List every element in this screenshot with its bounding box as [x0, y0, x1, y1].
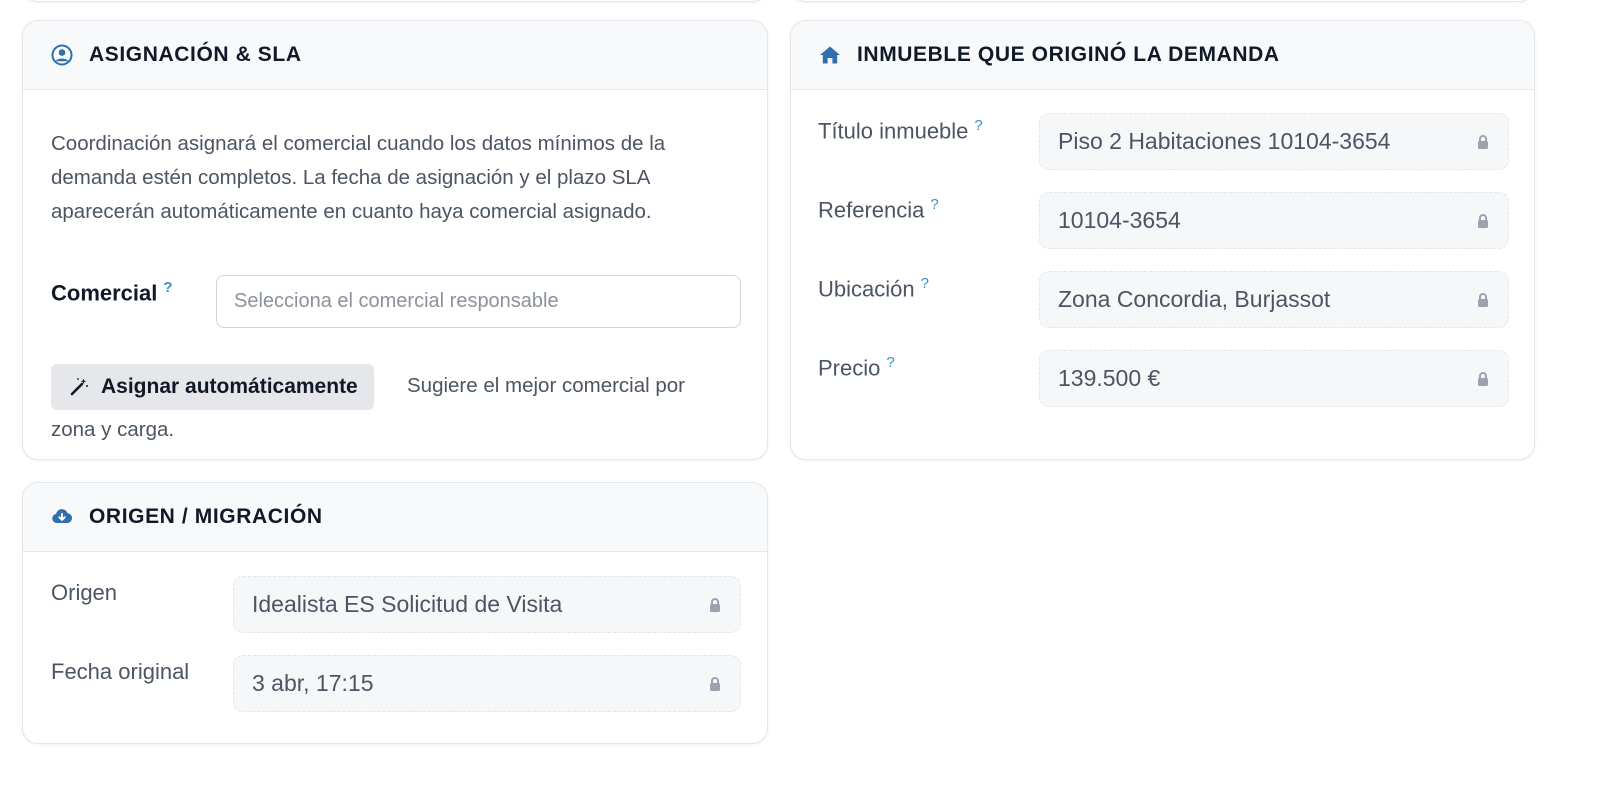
- origen-card: ORIGEN / MIGRACIÓN Origen Idealista ES S…: [22, 482, 768, 744]
- magic-wand-icon: [69, 377, 89, 397]
- origen-label: Origen: [51, 580, 118, 605]
- titulo-label: Título inmueble?: [818, 117, 983, 144]
- lock-icon: [708, 597, 722, 613]
- origen-value: Idealista ES Solicitud de Visita: [252, 591, 563, 617]
- inmueble-title: INMUEBLE QUE ORIGINÓ LA DEMANDA: [857, 43, 1280, 66]
- comercial-select[interactable]: Selecciona el comercial responsable: [216, 275, 741, 328]
- precio-field: 139.500 €: [1039, 350, 1509, 407]
- ubicacion-value: Zona Concordia, Burjassot: [1058, 286, 1331, 312]
- lock-icon: [1476, 134, 1490, 150]
- origen-header: ORIGEN / MIGRACIÓN: [23, 483, 767, 552]
- auto-assign-button[interactable]: Asignar automáticamente: [51, 364, 374, 410]
- fecha-original-label: Fecha original: [51, 659, 190, 684]
- inmueble-card: INMUEBLE QUE ORIGINÓ LA DEMANDA Título i…: [790, 20, 1535, 460]
- card-above-right: [790, 0, 1535, 2]
- ubicacion-field: Zona Concordia, Burjassot: [1039, 271, 1509, 328]
- inmueble-header: INMUEBLE QUE ORIGINÓ LA DEMANDA: [791, 21, 1534, 90]
- card-above-left: [22, 0, 768, 2]
- home-icon: [819, 44, 841, 66]
- lock-icon: [1476, 371, 1490, 387]
- fecha-original-field: 3 abr, 17:15: [233, 655, 741, 712]
- titulo-value: Piso 2 Habitaciones 10104-3654: [1058, 128, 1391, 154]
- referencia-help-icon[interactable]: ?: [930, 196, 938, 213]
- precio-help-icon[interactable]: ?: [886, 354, 894, 371]
- cloud-download-icon: [51, 506, 73, 528]
- lock-icon: [1476, 213, 1490, 229]
- asignacion-description: Coordinación asignará el comercial cuand…: [51, 132, 666, 223]
- comercial-placeholder: Selecciona el comercial responsable: [234, 290, 559, 312]
- auto-assign-hint-line1: Sugiere el mejor comercial por: [407, 374, 686, 397]
- auto-assign-label: Asignar automáticamente: [101, 375, 358, 398]
- referencia-label: Referencia?: [818, 196, 939, 223]
- lock-icon: [1476, 292, 1490, 308]
- user-circle-icon: [51, 44, 73, 66]
- comercial-label: Comercial?: [51, 279, 173, 306]
- asignacion-title: ASIGNACIÓN & SLA: [89, 43, 302, 66]
- ubicacion-help-icon[interactable]: ?: [921, 275, 929, 292]
- origen-title: ORIGEN / MIGRACIÓN: [89, 505, 323, 528]
- ubicacion-label: Ubicación?: [818, 275, 929, 302]
- asignacion-header: ASIGNACIÓN & SLA: [23, 21, 767, 90]
- comercial-help-icon[interactable]: ?: [163, 279, 172, 296]
- precio-value: 139.500 €: [1058, 365, 1161, 391]
- origen-field: Idealista ES Solicitud de Visita: [233, 576, 741, 633]
- titulo-field: Piso 2 Habitaciones 10104-3654: [1039, 113, 1509, 170]
- auto-assign-hint-line2: zona y carga.: [51, 418, 175, 441]
- asignacion-card: ASIGNACIÓN & SLA Coordinación asignará e…: [22, 20, 768, 460]
- titulo-help-icon[interactable]: ?: [974, 117, 982, 134]
- precio-label: Precio?: [818, 354, 895, 381]
- fecha-original-value: 3 abr, 17:15: [252, 670, 374, 696]
- referencia-value: 10104-3654: [1058, 207, 1181, 233]
- lock-icon: [708, 676, 722, 692]
- referencia-field: 10104-3654: [1039, 192, 1509, 249]
